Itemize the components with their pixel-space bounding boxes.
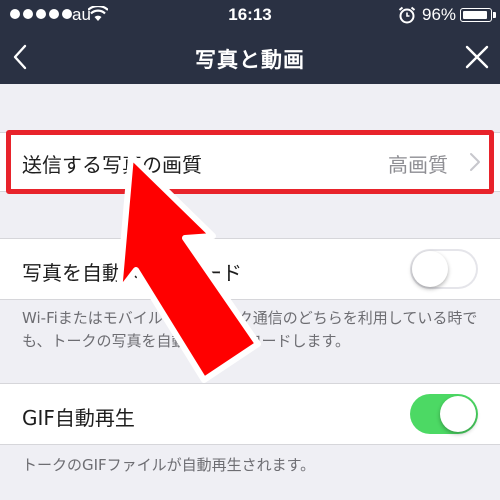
gif-autoplay-description: トークのGIFファイルが自動再生されます。 — [22, 456, 316, 474]
page-title: 写真と動画 — [195, 48, 305, 72]
photo-quality-value: 高画質 — [388, 153, 448, 177]
auto-download-label: 写真を自動ダウンロード — [22, 261, 242, 285]
navigation-bar: 写真と動画 — [0, 30, 500, 84]
photo-quality-row[interactable]: 送信する写真の画質 高画質 — [0, 132, 500, 192]
auto-download-row: 写真を自動ダウンロード — [0, 238, 500, 300]
battery-tip — [493, 12, 496, 18]
gif-autoplay-toggle[interactable] — [410, 394, 478, 434]
close-icon[interactable] — [463, 43, 491, 71]
gif-autoplay-row: GIF自動再生 — [0, 383, 500, 445]
toggle-knob — [412, 251, 448, 287]
gif-autoplay-label: GIF自動再生 — [22, 406, 135, 430]
alarm-clock-icon — [398, 6, 416, 24]
auto-download-description: Wi-Fiまたはモバイルネットワーク通信のどちらを利用している時でも、トークの写… — [22, 309, 478, 350]
chevron-right-icon — [470, 153, 480, 171]
battery-percent: 96% — [422, 5, 457, 24]
status-bar: au 16:13 96% — [0, 0, 500, 30]
toggle-knob — [440, 396, 476, 432]
photo-quality-label: 送信する写真の画質 — [22, 153, 202, 177]
auto-download-toggle[interactable] — [410, 249, 478, 289]
battery-fill — [462, 10, 488, 19]
battery-icon — [460, 8, 492, 22]
